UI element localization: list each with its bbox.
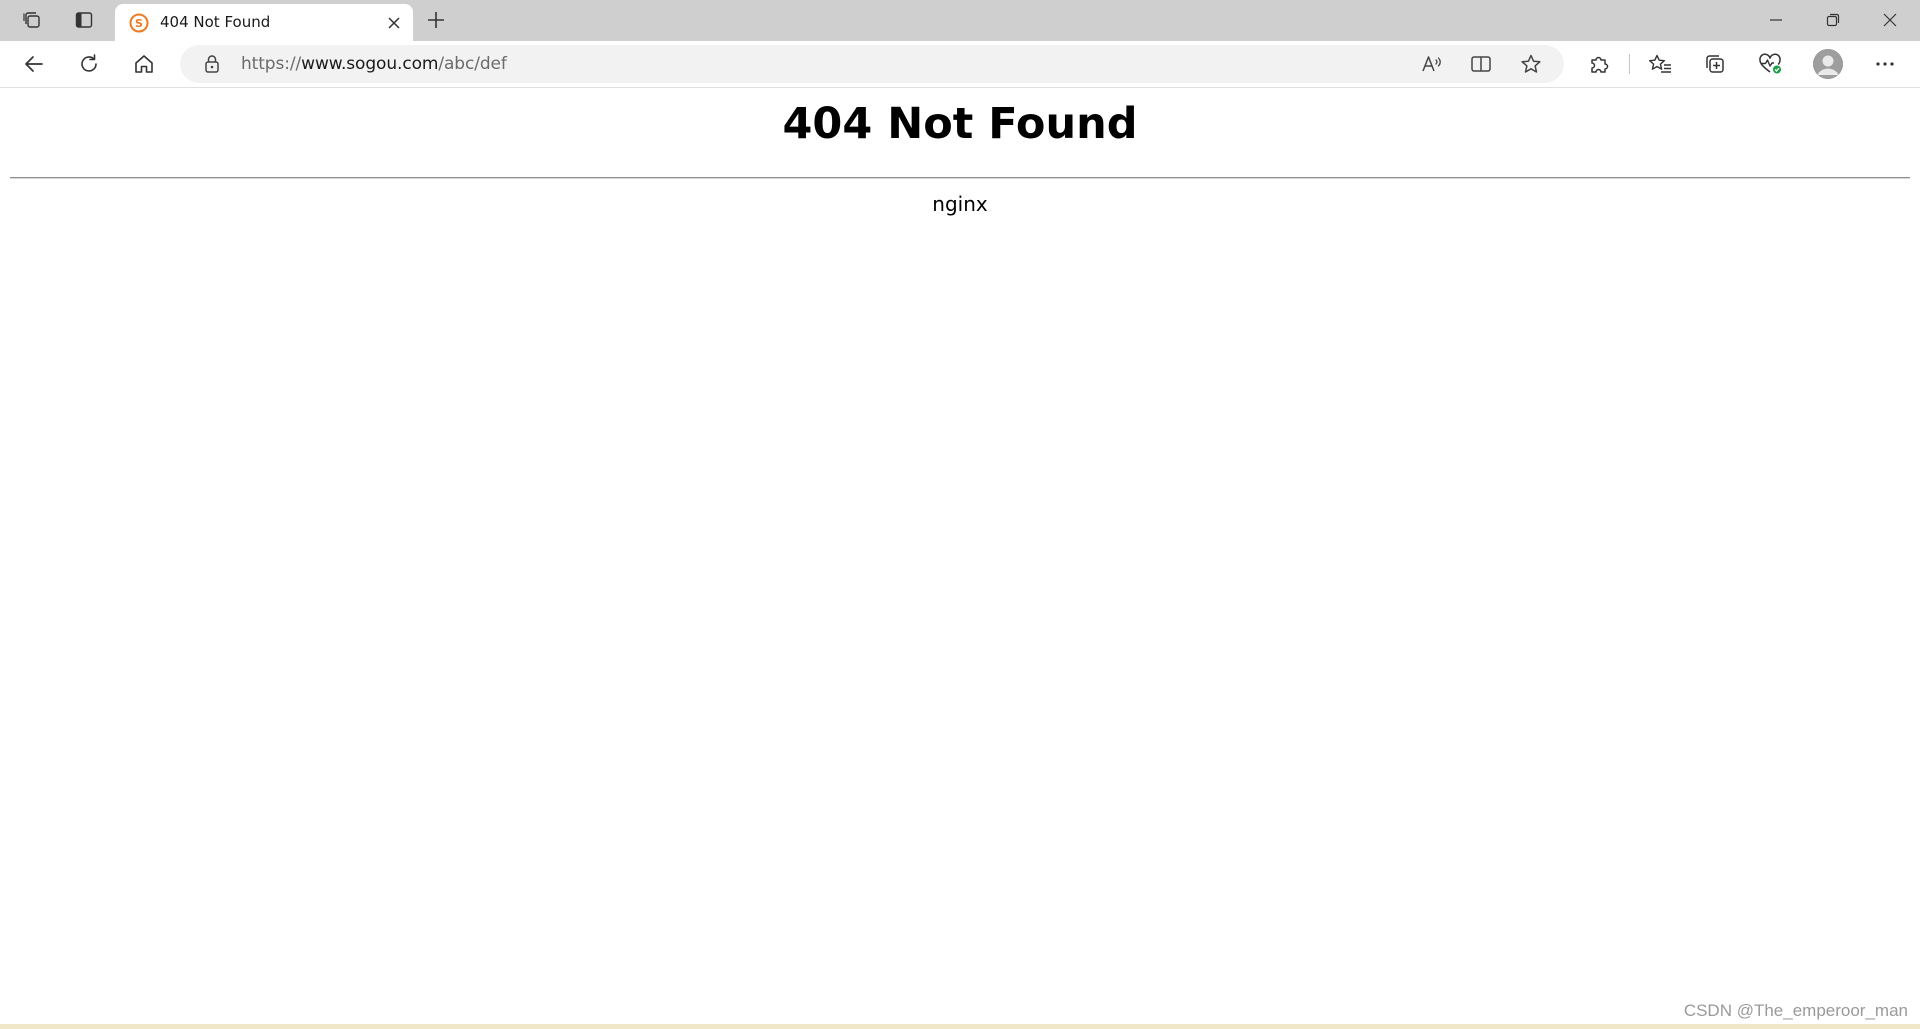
heartbeat-icon <box>1759 53 1781 74</box>
page-content: 404 Not Found nginx <box>0 89 1920 1016</box>
title-bar: S 404 Not Found <box>0 0 1920 41</box>
watermark: CSDN @The_emperoor_man <box>1683 1001 1908 1020</box>
minimize-icon <box>1770 19 1782 21</box>
extensions-button[interactable] <box>1580 46 1618 82</box>
tab-actions-icon <box>75 12 93 28</box>
sogou-favicon-icon: S <box>129 13 149 33</box>
refresh-button[interactable] <box>70 46 108 82</box>
tab-active[interactable]: S 404 Not Found <box>115 4 413 41</box>
address-bar[interactable]: https://www.sogou.com/abc/def <box>180 45 1564 83</box>
collections-button[interactable] <box>1696 46 1734 82</box>
restore-icon <box>1826 13 1840 27</box>
url-text[interactable]: https://www.sogou.com/abc/def <box>241 54 507 74</box>
read-aloud-icon <box>1422 56 1441 72</box>
navigation-toolbar: https://www.sogou.com/abc/def <box>0 41 1920 88</box>
profile-avatar-icon[interactable] <box>1813 49 1843 79</box>
close-icon <box>388 17 400 29</box>
svg-text:S: S <box>135 17 143 30</box>
lock-icon[interactable] <box>202 54 222 74</box>
split-screen-button[interactable] <box>1466 50 1496 78</box>
home-button[interactable] <box>125 46 163 82</box>
refresh-icon <box>81 54 97 72</box>
back-button[interactable] <box>15 46 53 82</box>
tab-title: 404 Not Found <box>160 13 271 31</box>
settings-more-button[interactable] <box>1866 46 1904 82</box>
ellipsis-icon <box>1876 62 1894 66</box>
new-tab-button[interactable] <box>419 4 453 36</box>
collections-icon <box>1706 55 1724 73</box>
plus-icon <box>428 12 444 28</box>
close-window-button[interactable] <box>1862 0 1918 40</box>
divider <box>10 177 1910 179</box>
back-arrow-icon <box>25 56 43 72</box>
favorites-button[interactable] <box>1641 46 1679 82</box>
read-aloud-button[interactable] <box>1417 50 1447 78</box>
tab-close-button[interactable] <box>383 12 405 34</box>
tab-actions-button[interactable] <box>67 4 101 36</box>
star-icon <box>1521 54 1541 73</box>
add-favorite-button[interactable] <box>1516 50 1546 78</box>
close-icon <box>1883 13 1897 27</box>
toolbar-separator <box>1629 54 1630 74</box>
puzzle-icon <box>1591 56 1609 73</box>
taskbar-edge <box>0 1024 1920 1029</box>
minimize-button[interactable] <box>1748 0 1804 40</box>
restore-button[interactable] <box>1805 0 1861 40</box>
url-path: /abc/def <box>438 54 507 74</box>
url-host: www.sogou.com <box>301 54 439 74</box>
favorites-list-icon <box>1649 54 1671 73</box>
workspaces-button[interactable] <box>15 4 49 36</box>
split-screen-icon <box>1471 56 1491 72</box>
error-heading: 404 Not Found <box>782 99 1138 149</box>
workspaces-icon <box>23 12 40 28</box>
home-icon <box>135 55 153 73</box>
performance-button[interactable] <box>1751 46 1789 82</box>
server-name: nginx <box>932 192 988 216</box>
url-scheme: https:// <box>241 54 302 74</box>
